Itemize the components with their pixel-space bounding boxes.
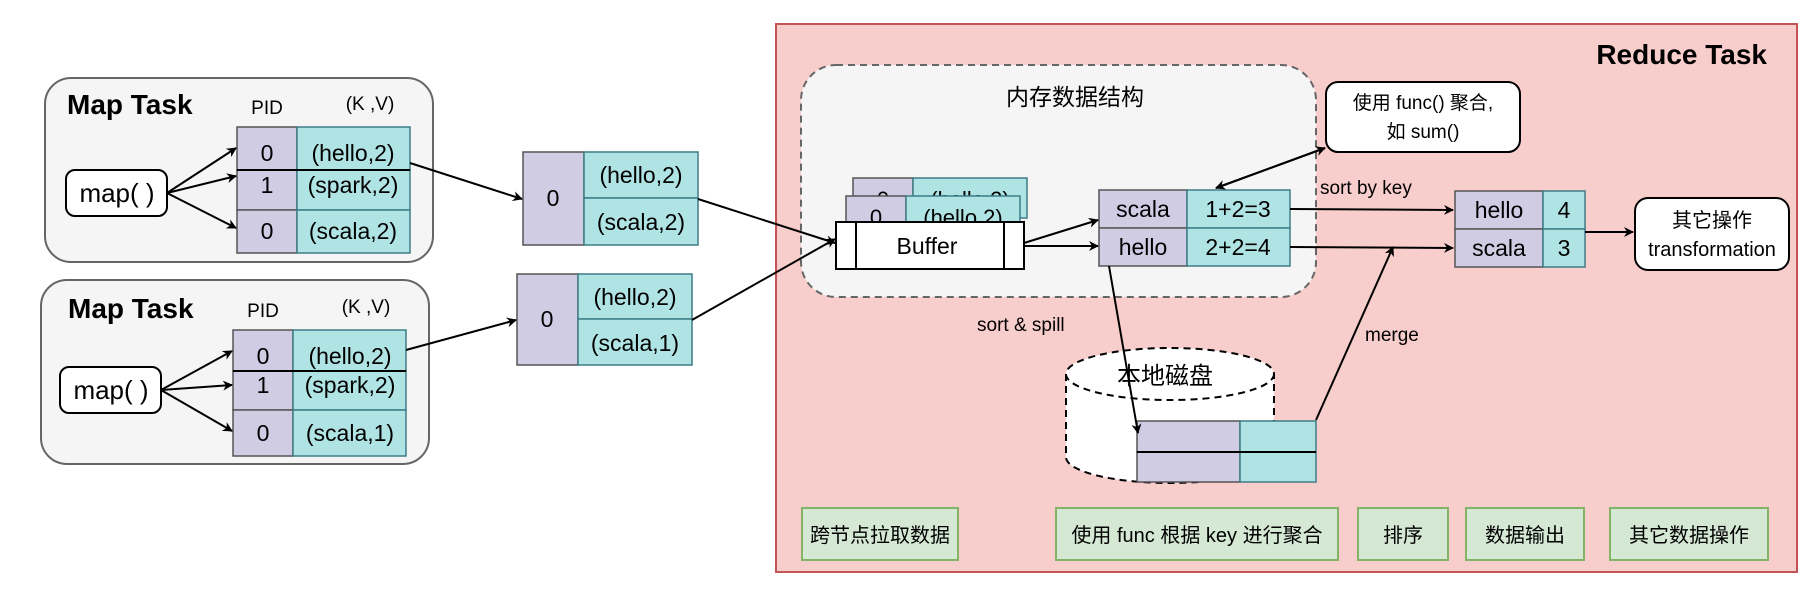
map-task-1-func: map( ): [79, 178, 154, 208]
stage-label-other: 其它数据操作: [1629, 524, 1749, 547]
sorted-table: hello 4 scala 3: [1454, 190, 1586, 268]
map-task-2-func: map( ): [73, 375, 148, 405]
stage-labels: 跨节点拉取数据 使用 func 根据 key 进行聚合 排序 数据输出 其它数据…: [801, 507, 1769, 561]
agg-value-2: 2+2=4: [1205, 234, 1270, 260]
agg-key-2: hello: [1119, 234, 1168, 260]
svg-text:0: 0: [257, 420, 270, 446]
map-task-1-title: Map Task: [67, 89, 193, 120]
svg-text:1: 1: [257, 372, 270, 398]
svg-text:(spark,2): (spark,2): [308, 172, 399, 198]
svg-text:0: 0: [547, 185, 560, 211]
buffer-label: Buffer: [897, 233, 958, 259]
sorted-value-1: 4: [1558, 197, 1571, 223]
other-ops-line-2: transformation: [1648, 239, 1776, 261]
map-task-1-pid-header: PID: [251, 98, 283, 119]
map-task-2-kv-header: (K ,V): [342, 297, 391, 318]
map-task-1-kv-header: (K ,V): [346, 94, 395, 115]
buffer-box: Buffer: [835, 221, 1025, 270]
sort-spill-label: sort & spill: [977, 315, 1065, 336]
other-ops-line-1: 其它操作: [1672, 209, 1752, 232]
merge-label: merge: [1365, 325, 1419, 346]
map-task-1: Map Task PID (K ,V) map( ) 0 (hello,2) 1…: [44, 77, 434, 263]
svg-text:(hello,2): (hello,2): [308, 343, 391, 369]
svg-text:0: 0: [541, 306, 554, 332]
svg-text:(scala,1): (scala,1): [306, 420, 394, 446]
svg-text:0: 0: [261, 218, 274, 244]
local-disk-label: 本地磁盘: [1117, 363, 1213, 390]
func-note-line-1: 使用 func() 聚合,: [1353, 92, 1493, 114]
stage-label-aggregate: 使用 func 根据 key 进行聚合: [1071, 524, 1322, 547]
sorted-key-1: hello: [1475, 197, 1524, 223]
sort-by-key-label: sort by key: [1320, 178, 1412, 199]
agg-key-1: scala: [1116, 196, 1170, 222]
sorted-value-2: 3: [1558, 235, 1571, 261]
svg-text:1: 1: [261, 172, 274, 198]
stage-label-output: 数据输出: [1485, 524, 1565, 547]
stage-label-fetch: 跨节点拉取数据: [810, 524, 950, 547]
svg-text:(scala,2): (scala,2): [597, 209, 685, 235]
svg-text:0: 0: [257, 343, 270, 369]
aggregated-table: scala 1+2=3 hello 2+2=4: [1098, 189, 1291, 267]
svg-text:(scala,1): (scala,1): [591, 330, 679, 356]
shuffle-diagram: Reduce Task 内存数据结构 使用 func() 聚合, 如 sum()…: [0, 0, 1814, 591]
partition-1: 0 (hello,2) (scala,2): [522, 151, 699, 246]
svg-text:0: 0: [261, 140, 274, 166]
sorted-key-2: scala: [1472, 235, 1526, 261]
map-task-2: Map Task PID (K ,V) map( ) 0 (hello,2) 1…: [40, 279, 430, 465]
agg-value-1: 1+2=3: [1205, 196, 1270, 222]
svg-text:(hello,2): (hello,2): [599, 162, 682, 188]
stage-label-sort: 排序: [1383, 524, 1423, 547]
func-note-line-2: 如 sum(): [1387, 121, 1460, 143]
partition-2: 0 (hello,2) (scala,1): [516, 273, 693, 366]
diagram-canvas: Reduce Task 内存数据结构 使用 func() 聚合, 如 sum()…: [40, 23, 1798, 573]
svg-text:(scala,2): (scala,2): [309, 218, 397, 244]
svg-text:(spark,2): (spark,2): [305, 372, 396, 398]
svg-text:(hello,2): (hello,2): [593, 284, 676, 310]
reduce-task-title: Reduce Task: [1596, 39, 1767, 70]
map-task-2-pid-header: PID: [247, 301, 279, 322]
svg-text:(hello,2): (hello,2): [311, 140, 394, 166]
map-task-2-title: Map Task: [68, 293, 194, 324]
memory-structure-title: 内存数据结构: [1006, 84, 1144, 110]
